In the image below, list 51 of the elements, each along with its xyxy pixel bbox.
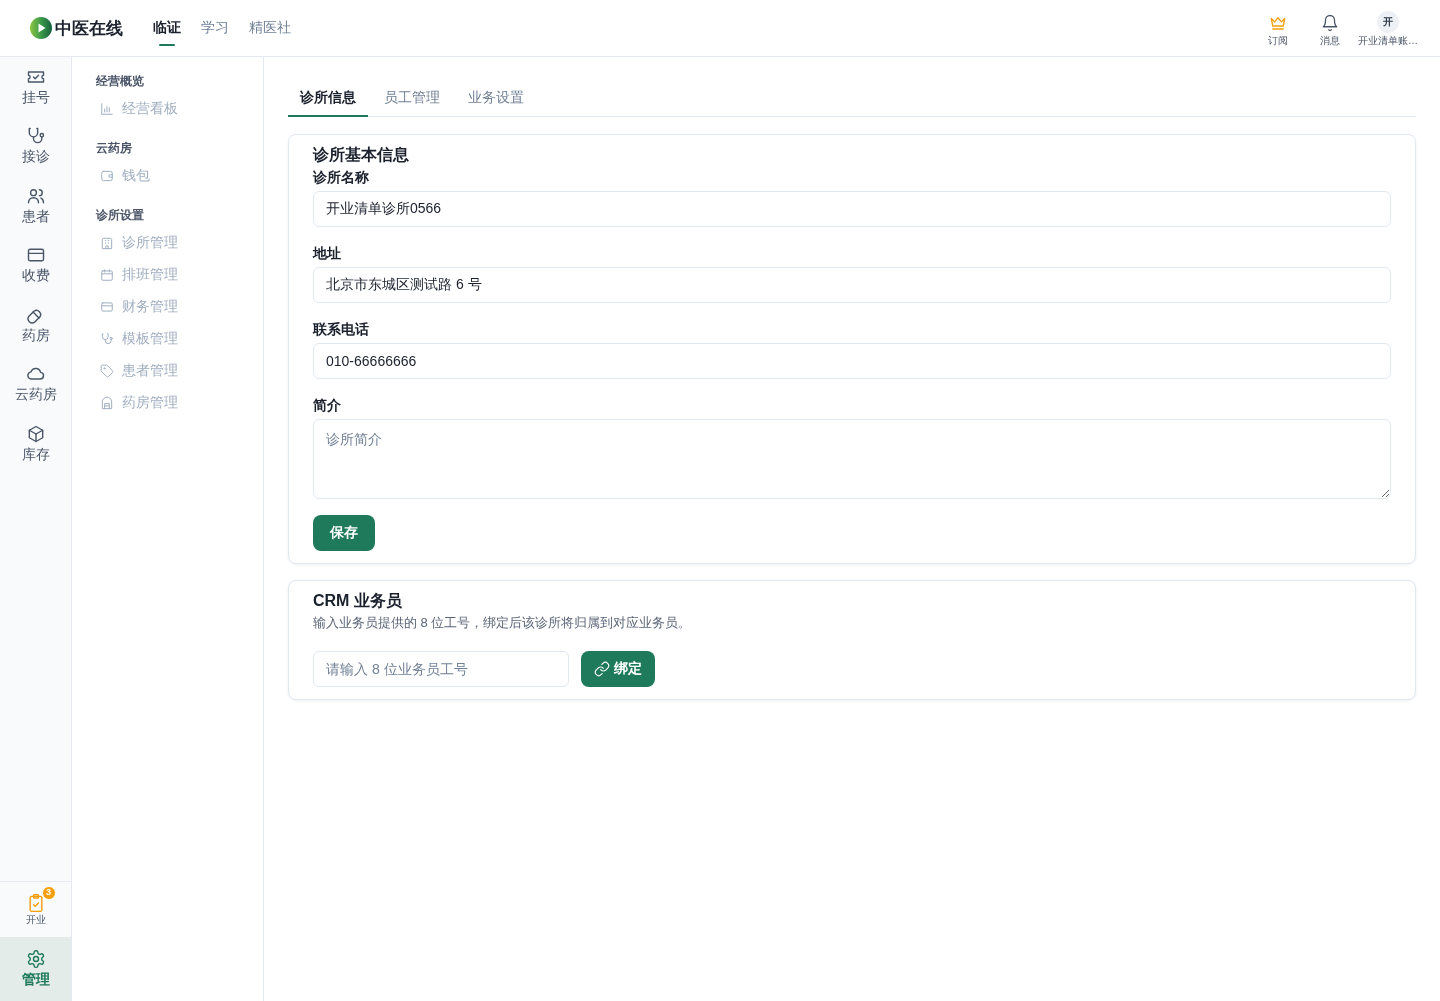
section-title: 诊所设置	[96, 207, 145, 223]
rail-nav-item[interactable]: 云药房	[0, 354, 71, 414]
nav-tab[interactable]: 学习	[201, 0, 229, 56]
employee-id-field[interactable]: 请输入 8 位业务员工号	[313, 651, 569, 687]
text-input[interactable]: 北京市东城区测试路 6 号	[313, 267, 1391, 303]
text-input[interactable]: 010-66666666	[313, 343, 1391, 379]
field-label: 诊所名称	[313, 168, 370, 187]
wallet-icon	[100, 169, 114, 183]
tag-icon	[100, 364, 114, 378]
save-button[interactable]: 保存	[313, 515, 375, 551]
textarea-field[interactable]: 诊所简介	[313, 419, 1391, 499]
settings-icon	[25, 949, 46, 969]
avatar-initial: 开	[1377, 11, 1399, 33]
card-title: 诊所基本信息	[313, 145, 410, 165]
calendar-icon	[100, 268, 114, 282]
rail-nav-item[interactable]: 3 开业	[0, 882, 71, 937]
bind-button[interactable]: 绑定	[581, 651, 655, 687]
card-title: CRM 业务员	[313, 591, 403, 611]
toolbar-button[interactable]: 订阅	[1258, 9, 1298, 47]
bar-chart-icon	[100, 102, 114, 116]
play-logo-icon	[30, 17, 52, 39]
section-title: 经营概览	[96, 73, 145, 89]
toolbar-button[interactable]: 消息	[1310, 9, 1350, 47]
card-description: 输入业务员提供的 8 位工号，绑定后该诊所将归属到对应业务员。	[313, 614, 693, 632]
field-label: 地址	[313, 244, 342, 263]
count-badge: 3	[41, 885, 56, 900]
tab[interactable]: 员工管理	[372, 81, 452, 117]
stethoscope-icon	[100, 332, 114, 346]
bell-icon	[1321, 14, 1339, 32]
tab[interactable]: 业务设置	[456, 81, 536, 117]
warehouse-icon	[100, 396, 114, 410]
field-label: 简介	[313, 396, 342, 415]
tab[interactable]: 诊所信息	[288, 81, 368, 117]
field-label: 联系电话	[313, 320, 370, 339]
link-icon	[594, 661, 610, 677]
text-input[interactable]: 开业清单诊所0566	[313, 191, 1391, 227]
account-button[interactable]: 开 开业清单账…	[1358, 9, 1418, 47]
building-icon	[100, 236, 114, 250]
rail-nav-item[interactable]: 挂号	[0, 57, 71, 117]
brand-name: 中医在线	[55, 17, 123, 40]
rail-nav-item[interactable]: 库存	[0, 414, 71, 474]
rail-nav-item[interactable]: 管理	[0, 937, 71, 1001]
rail-nav-item[interactable]: 接诊	[0, 116, 71, 176]
rail-nav-item[interactable]: 收费	[0, 235, 71, 295]
rail-nav-item[interactable]: 药房	[0, 295, 71, 355]
rail-nav-item[interactable]: 患者	[0, 176, 71, 236]
nav-tab[interactable]: 精医社	[249, 0, 291, 56]
nav-tab[interactable]: 临证	[153, 0, 181, 56]
crown-icon	[1269, 14, 1287, 32]
section-title: 云药房	[96, 140, 133, 156]
card-icon	[100, 300, 114, 314]
